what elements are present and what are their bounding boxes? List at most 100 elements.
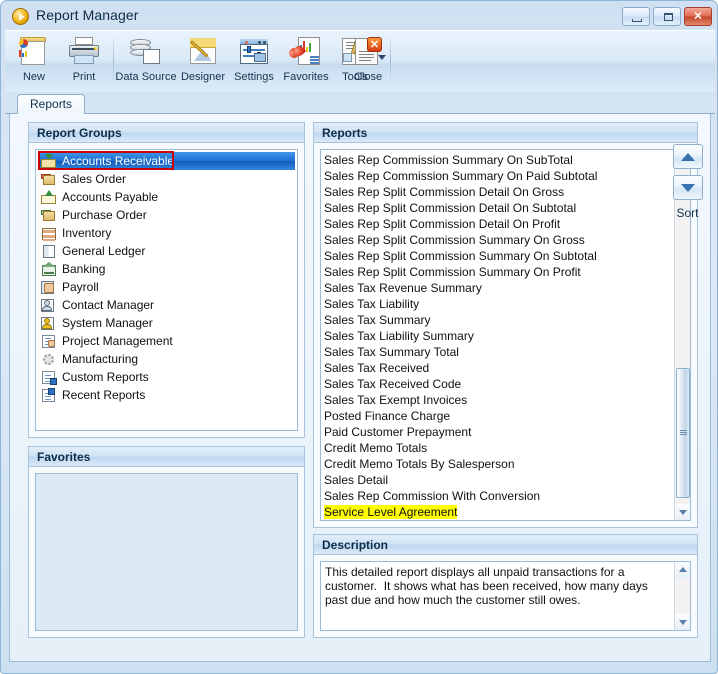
new-button[interactable]: New [9, 33, 59, 89]
sidebar-item-purchase-order[interactable]: Purchase Order [38, 206, 295, 224]
payroll-hand-icon [41, 280, 57, 295]
list-item[interactable]: Sales Rep Split Commission Summary On Pr… [324, 264, 672, 280]
sort-up-button[interactable] [672, 144, 703, 169]
list-item[interactable]: Sales Tax Revenue Summary [324, 280, 672, 296]
list-item[interactable]: Sales Tax Summary Total [324, 344, 672, 360]
list-item[interactable]: Sales Rep Commission Summary On Paid Sub… [324, 168, 672, 184]
toolbar: New Print Data Source Designer Settings … [5, 30, 715, 92]
sidebar-item-accounts-payable[interactable]: Accounts Payable [38, 188, 295, 206]
list-item[interactable]: Sales Tax Liability [324, 296, 672, 312]
project-management-icon [41, 334, 57, 349]
list-item[interactable]: Sales Detail [324, 472, 672, 488]
sort-down-icon [680, 183, 695, 192]
sidebar-item-banking[interactable]: Banking [38, 260, 295, 278]
sort-up-icon [680, 152, 695, 161]
manufacturing-gear-icon [41, 352, 57, 367]
favorites-button[interactable]: Favorites [279, 33, 333, 89]
list-item[interactable]: Service Level Agreement [324, 504, 672, 520]
reports-title: Reports [314, 123, 697, 143]
tab-strip: Reports [5, 92, 715, 114]
sidebar-item-contact-manager[interactable]: Contact Manager [38, 296, 295, 314]
report-groups-listbox[interactable]: Accounts Receivable Sales Order Accounts P… [35, 149, 298, 431]
settings-button[interactable]: Settings [229, 33, 279, 89]
list-item[interactable]: Sales Rep Split Commission Detail On Sub… [324, 200, 672, 216]
window-title: Report Manager [36, 7, 139, 23]
designer-button[interactable]: Designer [177, 33, 229, 89]
list-item[interactable]: Sales Tax Summary [324, 312, 672, 328]
maximize-button[interactable] [653, 7, 681, 26]
settings-sliders-icon [237, 36, 271, 68]
sort-label: Sort [676, 206, 699, 220]
sidebar-item-label: General Ledger [62, 244, 146, 258]
printer-icon [67, 36, 101, 68]
sidebar-item-label: Manufacturing [62, 352, 139, 366]
report-manager-window: Report Manager ✕ New Print Data Source D… [0, 0, 718, 674]
list-item[interactable]: Sales Rep Commission Summary On SubTotal [324, 152, 672, 168]
toolbar-separator [113, 35, 114, 85]
scroll-down-arrow-icon[interactable] [675, 504, 690, 520]
scrollbar-thumb[interactable] [676, 368, 690, 498]
play-circle-icon [12, 8, 29, 25]
reports-listbox[interactable]: Sales Rep Commission Summary On SubTotal… [320, 149, 691, 521]
data-source-button[interactable]: Data Source [115, 33, 177, 89]
favorites-button-label: Favorites [283, 71, 329, 83]
heart-chart-icon [286, 36, 323, 68]
designer-pencil-icon [186, 36, 220, 68]
sidebar-item-label: Payroll [62, 280, 99, 294]
bank-building-icon [41, 261, 57, 277]
close-button[interactable]: ✕ Close [343, 33, 393, 89]
tab-reports[interactable]: Reports [17, 94, 86, 114]
report-groups-title: Report Groups [29, 123, 304, 143]
close-document-icon: ✕ [351, 36, 385, 68]
print-button[interactable]: Print [59, 33, 109, 89]
client-area: Report Groups Accounts Receivable Sales O… [9, 114, 711, 662]
close-window-button[interactable]: ✕ [684, 7, 712, 26]
sidebar-item-sales-order[interactable]: Sales Order [38, 170, 295, 188]
list-item[interactable]: Paid Customer Prepayment [324, 424, 672, 440]
description-panel: Description This detailed report display… [313, 534, 698, 638]
sidebar-item-payroll[interactable]: Payroll [38, 278, 295, 296]
sidebar-item-inventory[interactable]: Inventory [38, 224, 295, 242]
database-icon [129, 36, 163, 68]
sidebar-item-custom-reports[interactable]: Custom Reports [38, 368, 295, 386]
sidebar-item-project-management[interactable]: Project Management [38, 332, 295, 350]
list-item[interactable]: Sales Rep Split Commission Detail On Gro… [324, 184, 672, 200]
sidebar-item-general-ledger[interactable]: General Ledger [38, 242, 295, 260]
list-item[interactable]: Sales Rep Commission With Conversion [324, 488, 672, 504]
sort-controls: Sort [665, 144, 710, 220]
sidebar-item-manufacturing[interactable]: Manufacturing [38, 350, 295, 368]
list-item[interactable]: Sales Rep Split Commission Detail On Pro… [324, 216, 672, 232]
sidebar-item-label: Project Management [62, 334, 173, 348]
list-item[interactable]: Sales Tax Received [324, 360, 672, 376]
list-item[interactable]: Sales Rep Split Commission Summary On Gr… [324, 232, 672, 248]
list-item[interactable]: Posted Finance Charge [324, 408, 672, 424]
list-item[interactable]: Credit Memo Totals [324, 440, 672, 456]
list-item[interactable]: Sales Tax Liability Summary [324, 328, 672, 344]
new-report-icon [17, 36, 51, 68]
list-item[interactable]: Sales Tax Received Code [324, 376, 672, 392]
sidebar-item-accounts-receivable[interactable]: Accounts Receivable [38, 152, 295, 170]
sort-down-button[interactable] [672, 175, 703, 200]
sidebar-item-label: Inventory [62, 226, 112, 240]
close-button-label: Close [353, 71, 383, 83]
list-item[interactable]: Credit Memo Totals By Salesperson [324, 456, 672, 472]
data-source-button-label: Data Source [115, 71, 177, 83]
description-scroll-up-icon[interactable] [675, 562, 690, 578]
list-item[interactable]: Sales Rep Split Commission Summary On Su… [324, 248, 672, 264]
receivable-envelope-icon [41, 153, 57, 169]
reports-list: Sales Rep Commission Summary On SubTotal… [324, 152, 672, 520]
list-item[interactable]: Sales Tax Exempt Invoices [324, 392, 672, 408]
sidebar-item-label: Custom Reports [62, 370, 149, 384]
report-item-label: Service Level Agreement [324, 505, 458, 519]
sidebar-item-recent-reports[interactable]: Recent Reports [38, 386, 295, 404]
description-scroll-down-icon[interactable] [675, 614, 690, 630]
reports-panel: Reports Sales Rep Commission Summary On … [313, 122, 698, 528]
favorites-listbox[interactable] [35, 473, 298, 631]
sidebar-item-label: Accounts Payable [62, 190, 159, 204]
inventory-grid-icon [41, 226, 57, 241]
sidebar-item-system-manager[interactable]: System Manager [38, 314, 295, 332]
sidebar-item-label: Purchase Order [62, 208, 147, 222]
favorites-panel: Favorites [28, 446, 305, 638]
description-vertical-scrollbar[interactable] [674, 562, 690, 630]
minimize-button[interactable] [622, 7, 650, 26]
